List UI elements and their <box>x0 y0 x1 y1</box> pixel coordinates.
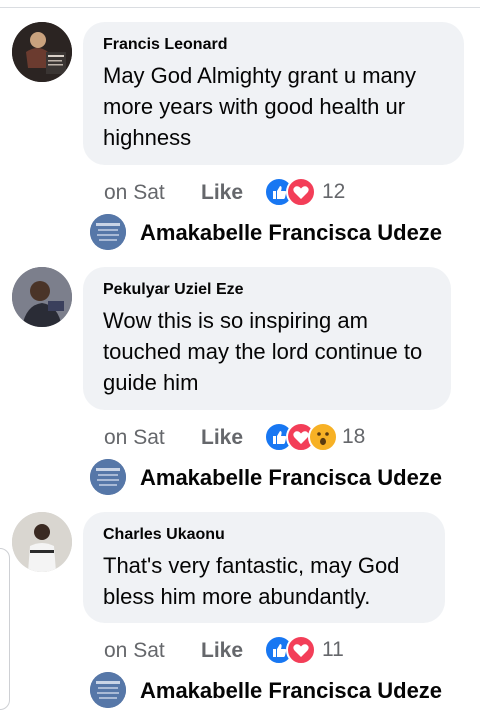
comment-actions: on Sat Like 11 <box>104 635 464 667</box>
reply-author[interactable]: Amakabelle Francisca Udeze <box>140 220 442 246</box>
reactions-summary[interactable]: 18 <box>264 422 384 452</box>
like-button[interactable]: Like <box>201 424 243 452</box>
comment-bubble: Pekulyar Uziel Eze Wow this is so inspir… <box>83 267 451 410</box>
comment-bubble: Charles Ukaonu That's very fantastic, ma… <box>83 512 445 623</box>
avatar[interactable] <box>12 22 72 82</box>
reply-preview[interactable]: Amakabelle Francisca Udeze <box>90 214 470 250</box>
reply-author[interactable]: Amakabelle Francisca Udeze <box>140 465 442 491</box>
reply-author[interactable]: Amakabelle Francisca Udeze <box>140 678 442 704</box>
like-button[interactable]: Like <box>201 637 243 665</box>
top-divider <box>0 7 480 8</box>
comment-actions: on Sat Like 18 <box>104 422 464 454</box>
reactions-summary[interactable]: 11 <box>264 635 364 665</box>
reply-avatar <box>90 672 126 708</box>
comment-actions: on Sat Like 12 <box>104 177 464 209</box>
comment-bubble: Francis Leonard May God Almighty grant u… <box>83 22 464 165</box>
like-button[interactable]: Like <box>201 179 243 207</box>
love-reaction-icon <box>286 177 316 207</box>
reply-avatar <box>90 459 126 495</box>
avatar[interactable] <box>12 512 72 572</box>
reply-preview[interactable]: Amakabelle Francisca Udeze <box>90 459 470 495</box>
left-panel-edge <box>0 548 10 710</box>
comment-author[interactable]: Charles Ukaonu <box>103 525 425 545</box>
avatar[interactable] <box>12 267 72 327</box>
comment-timestamp[interactable]: on Sat <box>104 424 165 452</box>
wow-reaction-icon <box>308 422 338 452</box>
reaction-count: 18 <box>342 425 366 448</box>
comment-text: May God Almighty grant u many more years… <box>103 63 417 150</box>
comment-timestamp[interactable]: on Sat <box>104 637 165 665</box>
comment-timestamp[interactable]: on Sat <box>104 179 165 207</box>
comment-author[interactable]: Francis Leonard <box>103 35 444 55</box>
reply-avatar <box>90 214 126 250</box>
reaction-count: 12 <box>322 180 346 203</box>
reactions-summary[interactable]: 12 <box>264 177 364 207</box>
reaction-count: 11 <box>322 638 344 661</box>
comment-text: Wow this is so inspiring am touched may … <box>103 308 423 395</box>
comment-author[interactable]: Pekulyar Uziel Eze <box>103 280 431 300</box>
love-reaction-icon <box>286 635 316 665</box>
comment-text: That's very fantastic, may God bless him… <box>103 553 400 609</box>
reply-preview[interactable]: Amakabelle Francisca Udeze <box>90 672 470 708</box>
